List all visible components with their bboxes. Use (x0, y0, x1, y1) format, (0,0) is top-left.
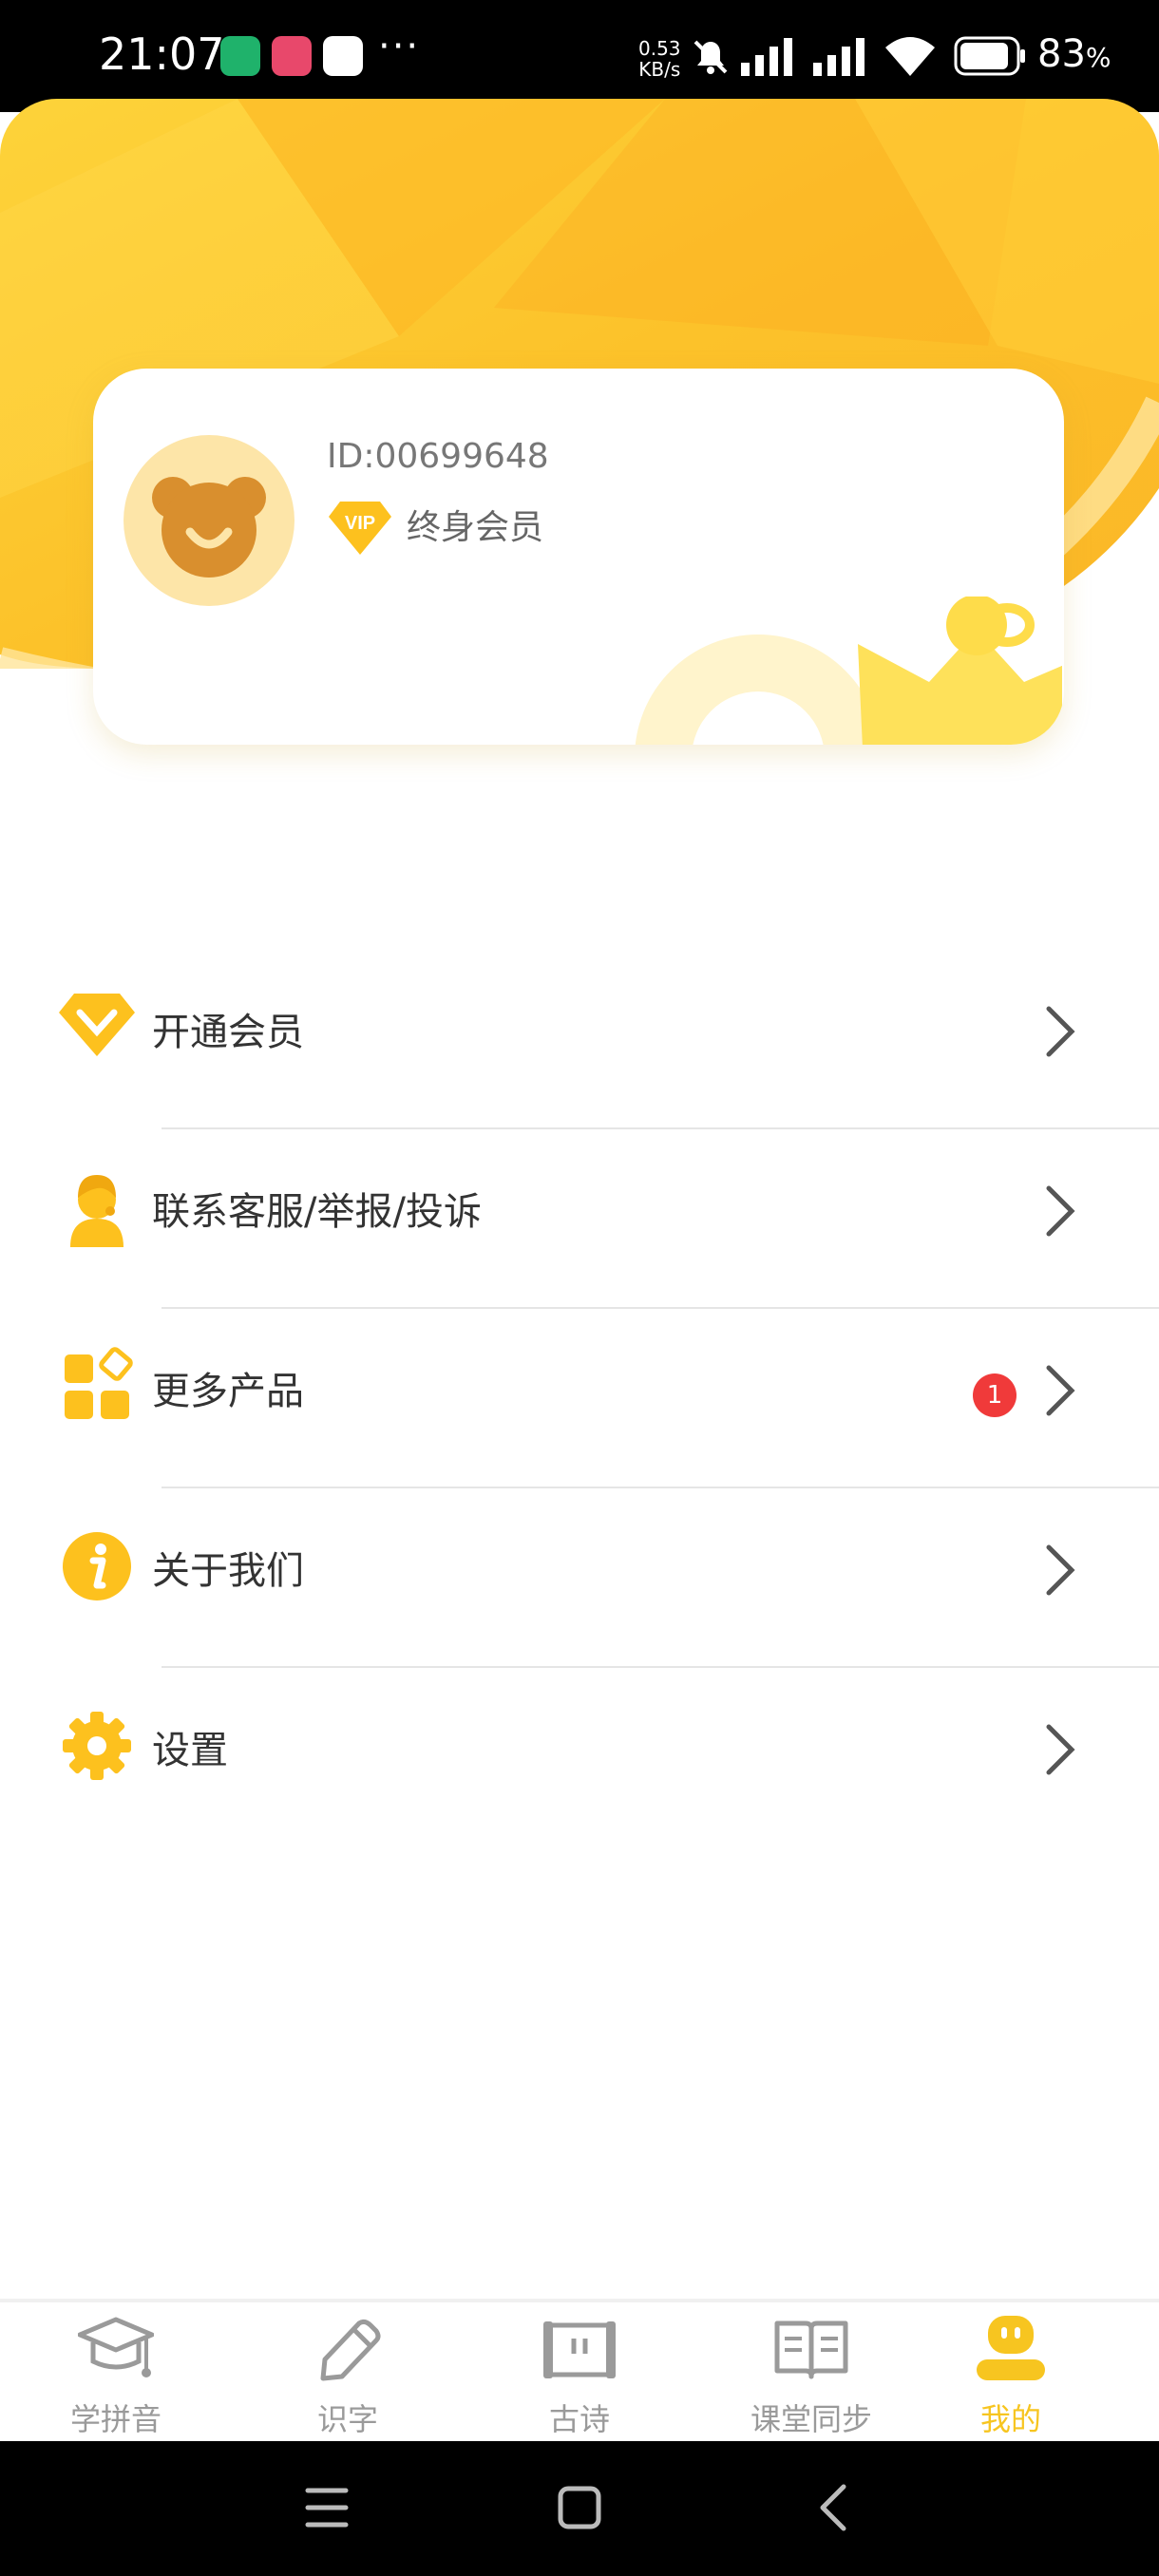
tab-profile[interactable]: 我的 (916, 2302, 1106, 2445)
bear-avatar-icon (152, 477, 266, 578)
avatar[interactable] (124, 435, 294, 606)
home-icon[interactable] (557, 2483, 602, 2532)
app-notification-icon (220, 36, 260, 76)
scroll-icon (543, 2321, 616, 2378)
book-icon (774, 2320, 848, 2379)
customer-service-icon (70, 1175, 124, 1247)
pencil-icon (320, 2319, 381, 2381)
system-navigation-bar (0, 2441, 1159, 2576)
tab-poetry[interactable]: 古诗 (484, 2302, 674, 2445)
menu-item-label: 更多产品 (152, 1370, 304, 1413)
more-notifications: ··· (378, 25, 421, 68)
vip-badge-text: VIP (345, 513, 375, 534)
menu-list: 开通会员 联系客服/举报/投诉 更多产品 1 关于我们 设置 (0, 950, 1159, 1847)
ring-decoration-icon (979, 603, 1035, 647)
tab-characters[interactable]: 识字 (253, 2302, 443, 2445)
chevron-right-icon (1046, 1006, 1075, 1057)
vip-badge-icon: VIP (329, 502, 391, 555)
menu-item-membership[interactable]: 开通会员 (0, 950, 1159, 1129)
menu-item-label: 关于我们 (152, 1549, 304, 1593)
network-speed: 0.53 KB/s (638, 38, 681, 80)
back-icon[interactable] (815, 2483, 853, 2532)
menu-item-label: 开通会员 (152, 1011, 304, 1054)
tab-pinyin[interactable]: 学拼音 (21, 2302, 211, 2445)
network-speed-unit: KB/s (638, 58, 681, 81)
network-speed-value: 0.53 (638, 37, 681, 60)
app-notification-icon (272, 36, 312, 76)
notification-badge: 1 (973, 1373, 1016, 1417)
membership-type: 终身会员 (407, 508, 544, 547)
menu-item-about-us[interactable]: 关于我们 (0, 1488, 1159, 1668)
tab-label: 课堂同步 (750, 2401, 872, 2437)
profile-icon (977, 2316, 1045, 2380)
wifi-icon (885, 37, 935, 76)
tab-label: 我的 (979, 2401, 1041, 2437)
graduation-cap-icon (78, 2317, 154, 2377)
menu-icon[interactable] (304, 2483, 350, 2532)
tab-label: 学拼音 (69, 2401, 162, 2437)
profile-card[interactable]: ID:00699648 VIP 终身会员 (93, 369, 1064, 745)
signal-icon (813, 38, 864, 76)
tab-label: 识字 (316, 2401, 378, 2437)
app-notification-icon (323, 36, 363, 76)
chevron-right-icon (1046, 1544, 1075, 1596)
info-icon (63, 1532, 131, 1601)
chevron-right-icon (1046, 1724, 1075, 1775)
tab-classroom-sync[interactable]: 课堂同步 (716, 2302, 906, 2445)
user-id: ID:00699648 (327, 437, 549, 476)
tab-label: 古诗 (548, 2401, 610, 2437)
battery-icon (954, 36, 1025, 76)
signal-icon (741, 38, 792, 76)
status-bar: 21:07 ··· 0.53 KB/s 83% (0, 0, 1159, 112)
menu-item-settings[interactable]: 设置 (0, 1668, 1159, 1847)
bottom-nav: 学拼音 识字 古诗 课堂同步 我的 (0, 2299, 1159, 2441)
chevron-right-icon (1046, 1185, 1075, 1237)
menu-item-customer-service[interactable]: 联系客服/举报/投诉 (0, 1129, 1159, 1309)
apps-icon (65, 1347, 133, 1419)
diamond-icon (59, 994, 135, 1056)
gear-icon (63, 1712, 131, 1780)
menu-item-label: 联系客服/举报/投诉 (152, 1190, 482, 1234)
mute-icon (694, 40, 728, 74)
menu-item-more-products[interactable]: 更多产品 1 (0, 1309, 1159, 1488)
menu-item-label: 设置 (152, 1729, 228, 1772)
chevron-right-icon (1046, 1365, 1075, 1416)
battery-level: 83% (1037, 32, 1112, 76)
status-time: 21:07 (99, 28, 225, 80)
